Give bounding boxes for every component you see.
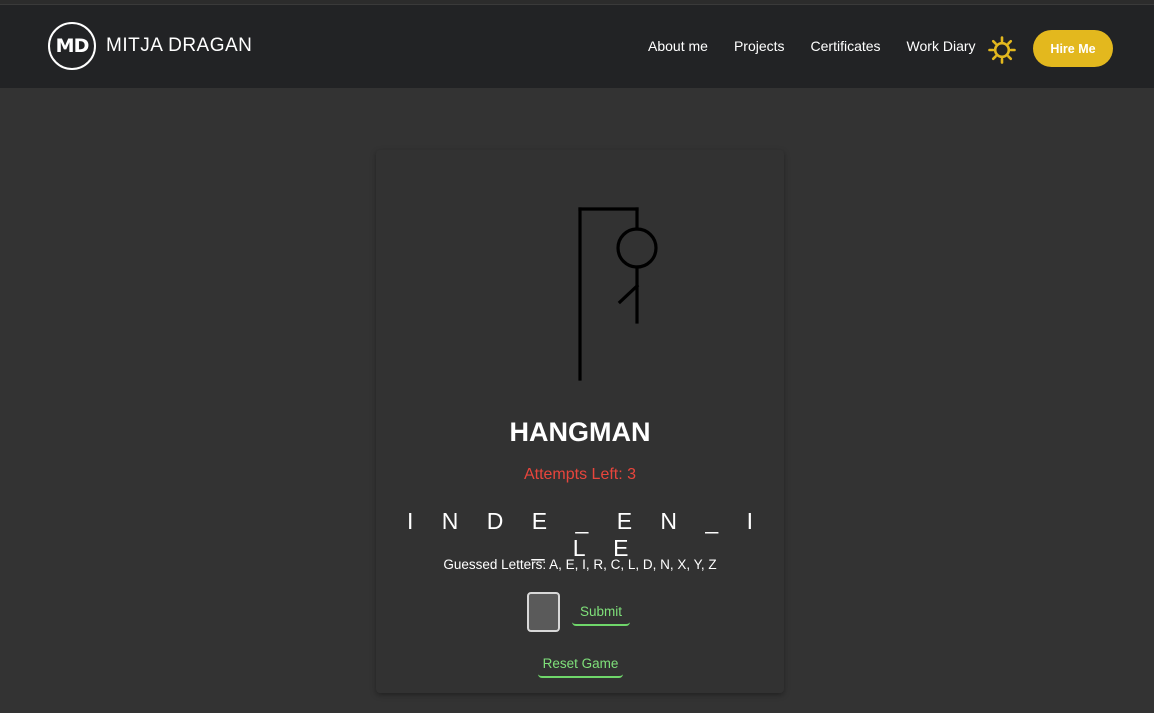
nav-certificates[interactable]: Certificates — [811, 38, 881, 54]
logo[interactable]: MD MITJA DRAGAN — [48, 22, 252, 70]
logo-mark: MD — [48, 22, 96, 70]
nav-about-me[interactable]: About me — [648, 38, 708, 54]
site-header: MD MITJA DRAGAN About me Projects Certif… — [0, 4, 1154, 88]
submit-button[interactable]: Submit — [572, 599, 630, 626]
guessed-letters: Guessed Letters: A, E, I, R, C, L, D, N,… — [443, 557, 717, 572]
game-title: HANGMAN — [509, 417, 651, 447]
hangman-left-arm — [617, 283, 640, 305]
main-nav: About me Projects Certificates Work Diar… — [648, 38, 1002, 54]
attempts-left: Attempts Left: 3 — [523, 466, 637, 483]
sun-icon[interactable] — [988, 36, 1016, 64]
word-display: I N D E _ E N _ I _ L E — [407, 508, 764, 561]
reset-game-button[interactable]: Reset Game — [538, 651, 623, 678]
hangman-card: HANGMAN Attempts Left: 3 I N D E _ E N _… — [376, 150, 784, 693]
hire-me-button[interactable]: Hire Me — [1033, 30, 1113, 67]
letter-input[interactable] — [527, 592, 560, 632]
hangman-drawing — [578, 207, 658, 381]
nav-projects[interactable]: Projects — [734, 38, 785, 54]
nav-work-diary[interactable]: Work Diary — [907, 38, 976, 54]
hangman-head — [616, 227, 658, 269]
logo-name: MITJA DRAGAN — [106, 35, 253, 56]
